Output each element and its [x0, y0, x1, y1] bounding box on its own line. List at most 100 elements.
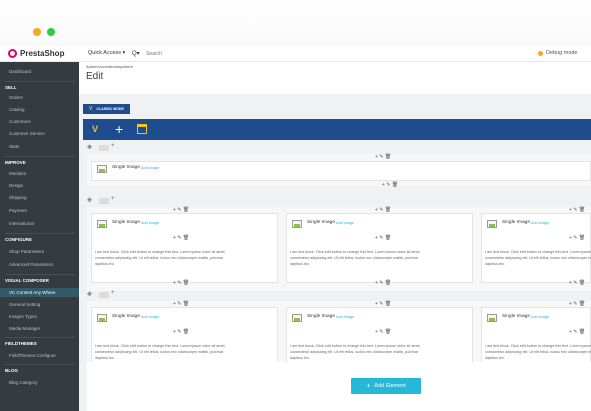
- search-input[interactable]: [146, 50, 186, 58]
- sidebar-section-fieldthemes: FIELDTHEMES: [5, 341, 37, 346]
- sidebar-item-general-setting[interactable]: General Setting: [9, 302, 40, 307]
- sidebar-divider: [5, 81, 75, 82]
- window-titlebar: [0, 0, 591, 46]
- debug-mode-indicator[interactable]: Debug mode: [538, 50, 578, 56]
- text-block-line: dapibus leo.: [485, 356, 505, 360]
- sidebar-item-customer-service[interactable]: Customer Service: [9, 131, 45, 136]
- prestashop-logo[interactable]: PrestaShop: [8, 49, 64, 58]
- plus-icon: +: [366, 382, 371, 390]
- prestashop-logo-icon: [8, 49, 17, 58]
- add-column-icon[interactable]: +: [111, 196, 115, 202]
- add-image-link[interactable]: Add image: [336, 315, 354, 319]
- maximize-dot-icon[interactable]: [47, 28, 55, 36]
- element-controls[interactable]: + ✎ 🗑: [173, 280, 189, 286]
- sidebar-item-payment[interactable]: Payment: [9, 208, 27, 213]
- vc-logo-icon: V: [89, 106, 93, 112]
- image-placeholder-icon: [292, 314, 302, 322]
- sidebar-item-shop-parameters[interactable]: Shop Parameters: [9, 249, 44, 254]
- sidebar-item-orders[interactable]: Orders: [9, 95, 23, 100]
- element-controls[interactable]: + ✎ 🗑: [375, 280, 391, 286]
- sidebar-section-configure: CONFIGURE: [5, 237, 32, 242]
- add-image-link[interactable]: Add image: [531, 315, 549, 319]
- minimize-dot-icon[interactable]: [33, 28, 41, 36]
- page-header: Admin/vccontentanywhere Edit: [79, 62, 591, 94]
- main-content: Admin/vccontentanywhere Edit V CLASSIC M…: [79, 62, 591, 411]
- image-element[interactable]: [91, 161, 591, 181]
- sidebar-item-fieldthemes-configure[interactable]: FieldThemes Configure: [9, 353, 56, 358]
- element-controls[interactable]: + ✎ 🗑: [569, 329, 585, 335]
- breadcrumb[interactable]: Admin/vccontentanywhere: [86, 64, 133, 69]
- sidebar-item-design[interactable]: Design: [9, 183, 23, 188]
- sidebar-item-dashboard[interactable]: Dashboard: [9, 69, 31, 74]
- text-block-line: dapibus leo.: [485, 262, 505, 266]
- sidebar-divider: [5, 337, 75, 338]
- sidebar-item-media-manager[interactable]: Media Manager: [9, 326, 40, 331]
- element-controls[interactable]: + ✎ 🗑: [375, 154, 391, 160]
- add-column-icon[interactable]: +: [111, 290, 115, 296]
- single-image-label: Single Image: [112, 165, 140, 170]
- sidebar-item-international[interactable]: International: [9, 221, 34, 226]
- image-placeholder-icon: [97, 314, 107, 322]
- classic-mode-button[interactable]: V CLASSIC MODE: [83, 104, 130, 114]
- element-controls[interactable]: + ✎ 🗑: [382, 182, 398, 188]
- element-controls[interactable]: + ✎ 🗑: [173, 235, 189, 241]
- sidebar-divider: [5, 364, 75, 365]
- single-image-label: Single Image: [307, 220, 335, 225]
- brand-name: PrestaShop: [20, 49, 65, 58]
- sidebar-item-stats[interactable]: Stats: [9, 144, 19, 149]
- add-image-link[interactable]: Add image: [141, 315, 159, 319]
- element-controls[interactable]: + ✎ 🗑: [569, 235, 585, 241]
- search-icon[interactable]: Q▾: [132, 50, 140, 57]
- sidebar-item-images-types[interactable]: Images Types: [9, 314, 37, 319]
- add-image-link[interactable]: Add image: [531, 221, 549, 225]
- single-image-label: Single Image: [307, 314, 335, 319]
- sidebar-item-catalog[interactable]: Catalog: [9, 107, 25, 112]
- single-image-label: Single Image: [112, 314, 140, 319]
- text-block-line: dapibus leo.: [95, 356, 115, 360]
- sidebar-section-blog: BLOG: [5, 368, 18, 373]
- templates-icon[interactable]: [137, 124, 147, 134]
- element-controls[interactable]: + ✎ 🗑: [569, 280, 585, 286]
- text-block-line: dapibus leo.: [290, 356, 310, 360]
- sidebar-section-sell: SELL: [5, 85, 17, 90]
- row-layout-icon[interactable]: [99, 145, 109, 151]
- single-image-label: Single Image: [502, 314, 530, 319]
- add-image-link[interactable]: Add image: [141, 221, 159, 225]
- text-block-line: dapibus leo.: [95, 262, 115, 266]
- image-placeholder-icon: [292, 220, 302, 228]
- sidebar-divider: [5, 233, 75, 234]
- vc-toolbar: V +: [83, 119, 591, 140]
- add-element-plus-icon[interactable]: +: [115, 121, 123, 137]
- move-row-icon[interactable]: ✥: [87, 197, 92, 204]
- add-element-button[interactable]: + Add Element: [351, 378, 421, 394]
- sidebar-section-visual-composer: VISUAL COMPOSER: [5, 278, 49, 283]
- element-controls[interactable]: + ✎ 🗑: [375, 235, 391, 241]
- add-image-link[interactable]: Add image: [336, 221, 354, 225]
- debug-mode-label: Debug mode: [546, 50, 578, 56]
- single-image-label: Single Image: [502, 220, 530, 225]
- vc-brand-icon[interactable]: V: [92, 124, 98, 134]
- page-title: Edit: [86, 71, 104, 82]
- row-layout-icon[interactable]: [99, 292, 109, 298]
- classic-mode-label: CLASSIC MODE: [96, 107, 124, 111]
- sidebar-item-modules[interactable]: Modules: [9, 171, 26, 176]
- sidebar-section-improve: IMPROVE: [5, 160, 26, 165]
- debug-status-dot-icon: [538, 50, 543, 56]
- single-image-label: Single Image: [112, 220, 140, 225]
- add-column-icon[interactable]: +: [111, 143, 115, 149]
- element-controls[interactable]: + ✎ 🗑: [375, 329, 391, 335]
- sidebar-item-customers[interactable]: Customers: [9, 119, 31, 124]
- image-placeholder-icon: [487, 220, 497, 228]
- move-row-icon[interactable]: ✥: [87, 144, 92, 151]
- sidebar-item-advanced-parameters[interactable]: Advanced Parameters: [9, 262, 54, 267]
- move-row-icon[interactable]: ✥: [87, 291, 92, 298]
- sidebar-item-vc-content-any-where[interactable]: VC Content Any Where: [9, 290, 56, 295]
- element-controls[interactable]: + ✎ 🗑: [173, 329, 189, 335]
- add-image-link[interactable]: Add image: [141, 166, 159, 170]
- quick-access-menu[interactable]: Quick Access ▾: [88, 50, 125, 56]
- row-layout-icon[interactable]: [99, 198, 109, 204]
- text-block-line: dapibus leo.: [290, 262, 310, 266]
- sidebar-item-shipping[interactable]: Shipping: [9, 195, 27, 200]
- add-element-label: Add Element: [374, 383, 406, 389]
- sidebar-item-blog-category[interactable]: Blog Category: [9, 380, 38, 385]
